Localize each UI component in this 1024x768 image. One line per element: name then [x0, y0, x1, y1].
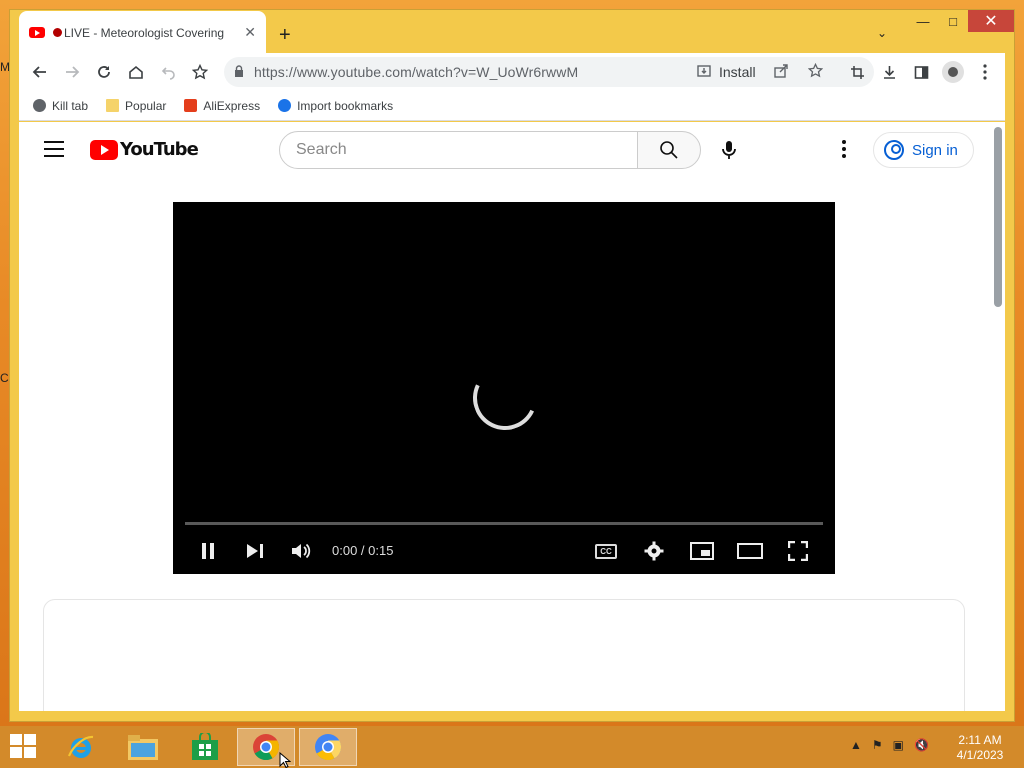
url-text: https://www.youtube.com/watch?v=W_UoWr6r…	[254, 64, 579, 80]
youtube-logo[interactable]: YouTube	[90, 139, 199, 160]
progress-bar[interactable]	[185, 522, 823, 525]
mouse-cursor-icon	[279, 752, 291, 768]
hamburger-menu-icon[interactable]	[44, 141, 64, 162]
bookmark-popular[interactable]: Popular	[106, 99, 166, 113]
address-bar[interactable]: https://www.youtube.com/watch?v=W_UoWr6r…	[224, 57, 874, 87]
search-icon	[660, 141, 678, 159]
microphone-icon[interactable]	[719, 140, 739, 163]
sign-in-button[interactable]: Sign in	[873, 132, 974, 168]
bookmark-aliexpress[interactable]: AliExpress	[184, 99, 260, 113]
theater-mode-icon	[737, 543, 763, 559]
forward-arrow-icon[interactable]	[56, 56, 88, 88]
youtube-favicon-icon	[29, 27, 45, 38]
bookmark-label: Kill tab	[52, 98, 89, 113]
fullscreen-icon	[788, 541, 808, 561]
volume-icon	[292, 543, 311, 559]
globe-icon	[33, 99, 46, 112]
window-controls: — □ ✕	[908, 10, 1014, 34]
bookmark-label: Popular	[125, 98, 167, 113]
youtube-masthead: YouTube Sign in	[19, 122, 989, 178]
side-panel-icon[interactable]	[905, 56, 937, 88]
search-button[interactable]	[637, 131, 701, 169]
crop-screenshot-icon[interactable]	[841, 56, 873, 88]
undo-icon[interactable]	[152, 56, 184, 88]
back-arrow-icon[interactable]	[24, 56, 56, 88]
youtube-logo-icon	[90, 139, 118, 160]
flag-icon[interactable]: ⚑	[872, 738, 883, 752]
clock-date: 4/1/2023	[956, 748, 1004, 762]
store-icon[interactable]	[176, 728, 234, 766]
bookmark-label: AliExpress	[203, 98, 261, 113]
user-icon	[884, 140, 904, 160]
system-clock[interactable]: 2:11 AM 4/1/2023	[948, 733, 1012, 763]
reload-icon[interactable]	[88, 56, 120, 88]
browser-tab[interactable]: LIVE - Meteorologist Covering ✕	[19, 11, 266, 54]
new-tab-button[interactable]: +	[279, 24, 291, 47]
bookmark-star-icon[interactable]	[184, 56, 216, 88]
network-icon[interactable]: ▣	[893, 738, 904, 752]
content-placeholder-card	[43, 599, 965, 711]
bookmarks-bar: Kill tab Popular AliExpress Import bookm…	[19, 91, 1005, 121]
chrome-canary-icon[interactable]	[299, 728, 357, 766]
youtube-logo-text: YouTube	[120, 139, 199, 160]
internet-explorer-icon[interactable]	[52, 728, 110, 766]
install-icon	[697, 64, 711, 81]
tray-chevron-icon[interactable]: ▲	[850, 738, 862, 752]
loading-spinner-icon	[463, 356, 547, 440]
aliexpress-icon	[184, 99, 198, 112]
system-tray: ▲ ⚑ ▣ 🔇	[850, 738, 929, 752]
settings-kebab-icon[interactable]	[842, 140, 846, 161]
search-input[interactable]	[279, 131, 638, 169]
next-button[interactable]	[240, 538, 270, 564]
fullscreen-button[interactable]	[783, 538, 813, 564]
bookmark-kill-tab[interactable]: Kill tab	[33, 99, 88, 113]
close-window-button[interactable]: ✕	[968, 10, 1014, 32]
live-dot-icon	[53, 28, 62, 37]
miniplayer-icon	[690, 542, 714, 560]
download-icon[interactable]	[873, 56, 905, 88]
profile-avatar[interactable]	[937, 56, 969, 88]
clock-time: 2:11 AM	[958, 733, 1002, 747]
time-display: 0:00 / 0:15	[332, 543, 394, 558]
bookmark-label: Import bookmarks	[297, 98, 394, 113]
volume-button[interactable]	[287, 538, 317, 564]
volume-muted-icon[interactable]: 🔇	[914, 738, 929, 752]
bookmark-import[interactable]: Import bookmarks	[278, 99, 393, 113]
profile-icon	[942, 61, 964, 83]
youtube-page: YouTube Sign in 0:00 / 0:15	[19, 122, 1005, 711]
windows-taskbar: ▲ ⚑ ▣ 🔇 2:11 AM 4/1/2023	[0, 726, 1024, 768]
settings-button[interactable]	[639, 538, 669, 564]
install-label: Install	[719, 64, 756, 80]
windows-start-icon[interactable]	[10, 734, 38, 760]
page-scrollbar[interactable]	[994, 127, 1002, 307]
toolbar-right-actions	[841, 56, 1001, 88]
share-icon[interactable]	[774, 63, 789, 82]
theater-mode-button[interactable]	[735, 538, 765, 564]
install-button[interactable]: Install	[697, 64, 756, 81]
gear-icon	[278, 99, 292, 112]
file-explorer-icon[interactable]	[114, 728, 172, 766]
lock-icon	[234, 64, 244, 80]
star-icon[interactable]	[807, 62, 824, 82]
video-player[interactable]: 0:00 / 0:15 CC	[173, 202, 835, 574]
minimize-button[interactable]: —	[908, 10, 938, 32]
chrome-menu-icon[interactable]	[969, 56, 1001, 88]
folder-icon	[106, 99, 120, 112]
miniplayer-button[interactable]	[687, 538, 717, 564]
gear-icon	[644, 541, 664, 561]
next-icon	[247, 544, 263, 558]
tab-title: LIVE - Meteorologist Covering	[64, 25, 225, 40]
pause-icon	[202, 543, 214, 559]
tab-close-icon[interactable]: ✕	[244, 24, 256, 41]
maximize-button[interactable]: □	[938, 10, 968, 32]
browser-toolbar: https://www.youtube.com/watch?v=W_UoWr6r…	[19, 53, 1005, 91]
desktop-edge-text: C	[0, 371, 9, 385]
tab-search-chevron-icon[interactable]: ⌄	[877, 26, 887, 40]
pause-button[interactable]	[193, 538, 223, 564]
home-icon[interactable]	[120, 56, 152, 88]
captions-button[interactable]: CC	[591, 538, 621, 564]
sign-in-label: Sign in	[912, 141, 958, 159]
captions-icon: CC	[595, 543, 617, 559]
